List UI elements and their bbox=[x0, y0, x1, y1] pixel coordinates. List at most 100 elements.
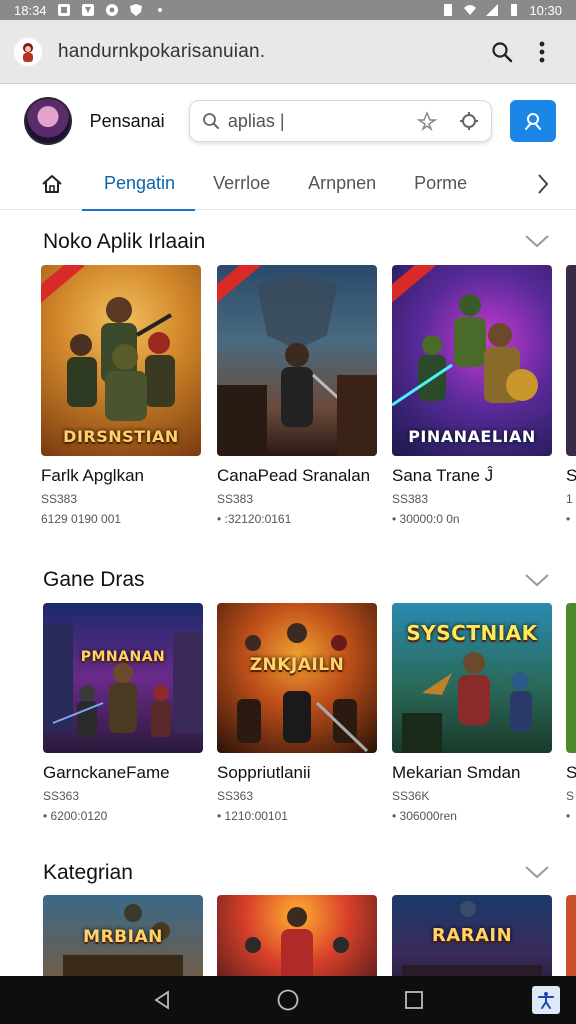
app-card[interactable]: S 1 • bbox=[566, 265, 576, 526]
tab-pengatin[interactable]: Pengatin bbox=[81, 158, 196, 211]
notification-icon bbox=[57, 4, 70, 16]
search-input[interactable] bbox=[227, 110, 398, 132]
app-card[interactable]: DIRSNSTIAN Farlk Apglkan SS383 6129 0190… bbox=[41, 265, 201, 526]
app-title: Sana Trane Ĵ bbox=[392, 466, 494, 485]
app-downloads: • bbox=[566, 512, 571, 526]
favicon-icon bbox=[23, 42, 33, 62]
game-size: SS363 bbox=[217, 789, 254, 803]
search-icon bbox=[492, 41, 513, 62]
tab-home[interactable] bbox=[30, 173, 74, 195]
scan-icon[interactable] bbox=[459, 111, 479, 131]
warrior-artwork bbox=[217, 273, 377, 456]
accessibility-button[interactable] bbox=[532, 986, 560, 1014]
user-badge-icon bbox=[525, 113, 542, 130]
chevron-down-icon[interactable] bbox=[524, 234, 550, 248]
game-size: SS363 bbox=[43, 789, 80, 803]
artwork-title: ZNKJAILN bbox=[249, 655, 345, 675]
back-icon[interactable] bbox=[151, 989, 173, 1011]
artwork-title: PINANAELIAN bbox=[408, 427, 536, 446]
chevron-down-icon[interactable] bbox=[524, 573, 550, 587]
game-downloads: • 6200:0120 bbox=[43, 809, 108, 823]
home-circle-icon[interactable] bbox=[276, 988, 300, 1012]
game-artwork: PMNANAN bbox=[43, 603, 203, 753]
site-favicon bbox=[14, 37, 42, 66]
category-artwork bbox=[566, 895, 576, 976]
chevron-right-icon[interactable] bbox=[536, 172, 550, 196]
section-new-apps: Noko Aplik Irlaain DIRSNSTIAN Farlk Apgl… bbox=[0, 210, 576, 555]
artwork-title: DIRSNSTIAN bbox=[63, 427, 179, 446]
section-title: Gane Dras bbox=[43, 568, 145, 591]
artwork-title: MRBIAN bbox=[83, 927, 163, 947]
recents-icon[interactable] bbox=[403, 989, 425, 1011]
category-artwork bbox=[217, 895, 377, 976]
vibrate-icon bbox=[444, 4, 453, 16]
app-downloads: 6129 0190 001 bbox=[41, 512, 122, 526]
chevron-down-icon[interactable] bbox=[524, 865, 550, 879]
game-card[interactable]: SYSCTNIAK Mekarian Smdan SS36K • 306000r… bbox=[392, 603, 552, 823]
game-downloads: • bbox=[566, 809, 571, 823]
game-card[interactable]: ZNKJAILN Soppriutlanii SS363 • 1210:0010… bbox=[217, 603, 377, 823]
avatar[interactable] bbox=[24, 97, 72, 145]
app-header: Pensanai bbox=[0, 84, 576, 158]
search-box[interactable] bbox=[188, 100, 493, 142]
artwork-title: PMNANAN bbox=[80, 649, 166, 665]
app-title: Farlk Apglkan bbox=[41, 466, 144, 485]
tab-arnpnen[interactable]: Arnpnen bbox=[308, 158, 376, 210]
app-downloads: • 30000:0 0n bbox=[392, 512, 460, 526]
system-nav-bar bbox=[0, 976, 576, 1024]
app-card[interactable]: CanaPead Sranalan SS383 • :32120:0161 bbox=[217, 265, 377, 526]
game-size: S bbox=[566, 789, 575, 803]
artwork-title: SYSCTNIAK bbox=[406, 621, 538, 645]
section-title: Kategrian bbox=[43, 861, 133, 884]
game-size: SS36K bbox=[392, 789, 430, 803]
account-button[interactable] bbox=[510, 100, 556, 142]
section-games: Gane Dras PMNANAN GarnckaneFame SS363 • … bbox=[0, 555, 576, 855]
category-artwork: RARAIN bbox=[392, 895, 552, 976]
user-name: Pensanai bbox=[89, 110, 165, 131]
category-tabs: Pengatin Verrloe Arnpnen Porme bbox=[0, 158, 576, 211]
app-icon bbox=[105, 4, 118, 16]
app-title: S bbox=[566, 466, 576, 485]
section-categories: Kategrian MRBIAN RARAIN bbox=[0, 855, 576, 976]
game-title: S bbox=[566, 763, 576, 782]
status-time-right: 10:30 bbox=[529, 2, 562, 18]
battle-artwork bbox=[43, 623, 203, 737]
game-card[interactable]: PMNANAN GarnckaneFame SS363 • 6200:0120 bbox=[43, 603, 203, 823]
game-title: GarnckaneFame bbox=[43, 763, 170, 782]
app-artwork bbox=[217, 265, 377, 456]
app-title: CanaPead Sranalan bbox=[217, 466, 371, 485]
app-size: 1 bbox=[566, 492, 573, 506]
status-time-left: 18:34 bbox=[14, 2, 47, 18]
battery-icon bbox=[511, 4, 518, 16]
app-artwork: PINANAELIAN bbox=[392, 265, 552, 456]
filter-icon[interactable] bbox=[417, 111, 438, 131]
category-card[interactable] bbox=[566, 895, 576, 976]
more-vert-icon bbox=[539, 41, 545, 62]
message-icon bbox=[81, 4, 94, 16]
browser-menu-button[interactable] bbox=[522, 32, 562, 72]
accessibility-icon bbox=[538, 992, 554, 1009]
browser-search-button[interactable] bbox=[482, 32, 522, 72]
game-card[interactable]: S S • bbox=[566, 603, 576, 823]
dot-icon bbox=[157, 8, 162, 12]
tab-porme[interactable]: Porme bbox=[414, 158, 467, 210]
category-card[interactable]: RARAIN bbox=[392, 895, 552, 976]
shield-icon bbox=[129, 4, 142, 16]
game-artwork bbox=[566, 603, 576, 753]
troops-artwork bbox=[245, 907, 349, 976]
app-size: SS383 bbox=[392, 492, 429, 506]
tab-verrloe[interactable]: Verrloe bbox=[213, 158, 270, 210]
app-size: SS383 bbox=[217, 492, 254, 506]
app-card[interactable]: PINANAELIAN Sana Trane Ĵ SS383 • 30000:0… bbox=[392, 265, 552, 526]
game-title: Soppriutlanii bbox=[217, 763, 311, 782]
category-card[interactable] bbox=[217, 895, 377, 976]
category-artwork: MRBIAN bbox=[43, 895, 203, 976]
section-title: Noko Aplik Irlaain bbox=[43, 230, 206, 253]
game-downloads: • 1210:00101 bbox=[217, 809, 288, 823]
url-bar[interactable]: handurnkpokarisanuian. bbox=[58, 41, 482, 63]
category-card[interactable]: MRBIAN bbox=[43, 895, 203, 976]
artwork-title: RARAIN bbox=[431, 925, 513, 946]
game-downloads: • 306000ren bbox=[392, 809, 457, 823]
wifi-icon bbox=[464, 5, 477, 15]
search-icon bbox=[202, 113, 219, 129]
